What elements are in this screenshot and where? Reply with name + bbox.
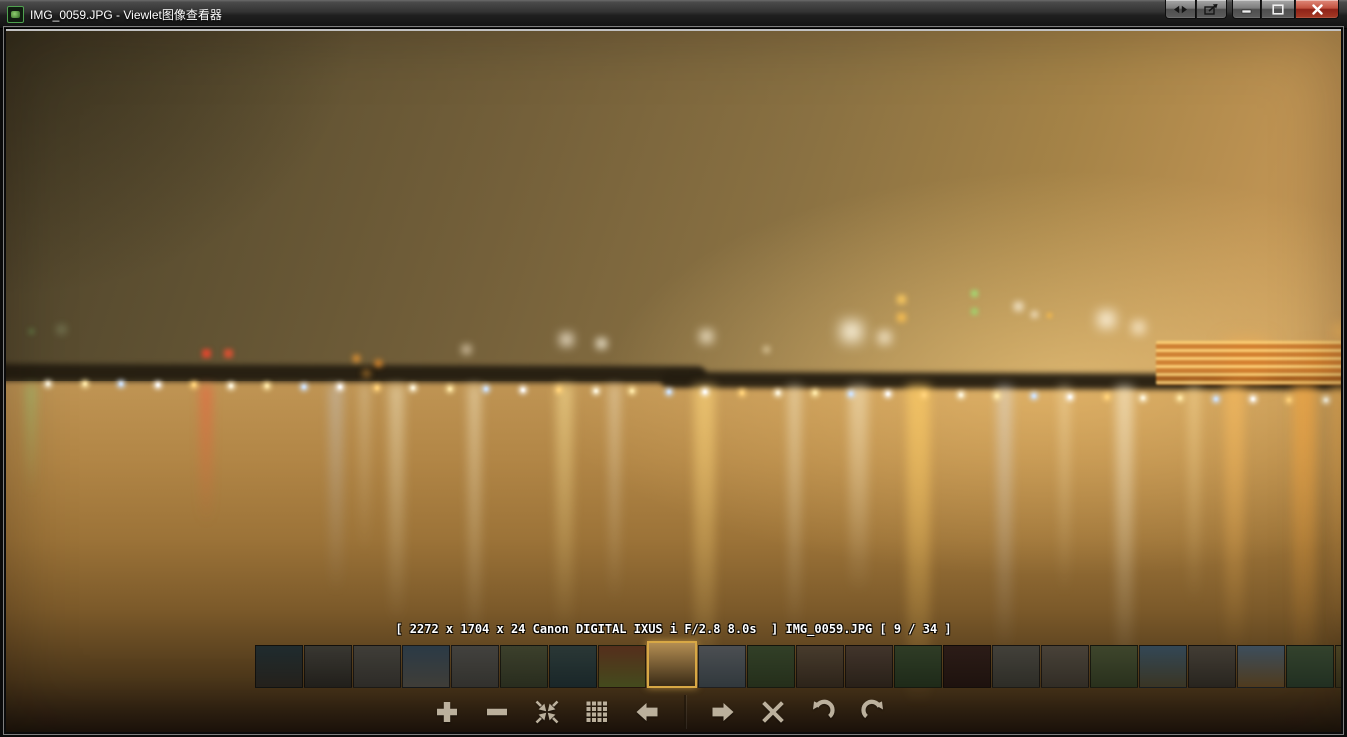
next-image-button[interactable] [710, 699, 736, 725]
thumbnail-item[interactable] [255, 645, 303, 688]
minimize-button[interactable] [1232, 0, 1261, 19]
thumbnail-item[interactable] [549, 645, 597, 688]
fit-to-window-button[interactable] [534, 699, 560, 725]
thumbnail-item[interactable] [1286, 645, 1334, 688]
thumbnail-item[interactable] [1090, 645, 1138, 688]
arrow-left-icon [636, 703, 658, 721]
zoom-in-button[interactable] [434, 699, 460, 725]
thumbnail-item[interactable] [1188, 645, 1236, 688]
thumbnail-item[interactable] [992, 645, 1040, 688]
undo-arrow-icon [813, 699, 835, 719]
redo-arrow-icon [861, 699, 883, 719]
thumbnail-item[interactable] [1237, 645, 1285, 688]
zoom-out-button[interactable] [484, 699, 510, 725]
thumbnail-item[interactable] [1335, 645, 1341, 688]
plus-icon [437, 702, 457, 722]
arrow-right-icon [712, 703, 734, 721]
pop-out-icon [1204, 3, 1218, 15]
maximize-icon [1272, 3, 1284, 15]
grid-icon [586, 701, 607, 722]
minus-icon [487, 708, 507, 716]
x-icon [762, 701, 784, 723]
viewer-content: [ 2272 x 1704 x 24 Canon DIGITAL IXUS i … [3, 26, 1344, 735]
app-icon [7, 5, 24, 23]
thumbnail-item[interactable] [598, 645, 646, 688]
browse-arrows-button[interactable] [1165, 0, 1196, 19]
thumbnail-item[interactable] [698, 645, 746, 688]
window-title: IMG_0059.JPG - Viewlet图像查看器 [30, 7, 222, 22]
thumbnail-item-selected[interactable] [647, 641, 697, 688]
delete-image-button[interactable] [760, 699, 786, 725]
pop-out-button[interactable] [1196, 0, 1227, 19]
toolbar-separator [684, 695, 686, 729]
window-controls [1165, 0, 1339, 19]
rotate-right-button[interactable] [860, 699, 886, 725]
thumbnail-item[interactable] [943, 645, 991, 688]
shrink-arrows-icon [535, 700, 559, 724]
titlebar: IMG_0059.JPG - Viewlet图像查看器 [0, 0, 1347, 29]
rotate-left-button[interactable] [810, 699, 836, 725]
toolbar [434, 695, 886, 729]
thumbnail-item[interactable] [1041, 645, 1089, 688]
left-right-arrows-icon [1174, 5, 1187, 13]
thumbnail-item[interactable] [402, 645, 450, 688]
thumbnail-item[interactable] [304, 645, 352, 688]
thumbnail-item[interactable] [845, 645, 893, 688]
previous-image-button[interactable] [634, 699, 660, 725]
thumbnail-strip [255, 641, 1341, 688]
close-button[interactable] [1295, 0, 1339, 19]
status-text: [ 2272 x 1704 x 24 Canon DIGITAL IXUS i … [395, 622, 952, 636]
minimize-icon [1241, 9, 1252, 14]
close-icon [1311, 3, 1323, 15]
thumbnail-grid-button[interactable] [584, 699, 610, 725]
thumbnail-item[interactable] [353, 645, 401, 688]
thumbnail-item[interactable] [451, 645, 499, 688]
app-window: IMG_0059.JPG - Viewlet图像查看器 [2272 x 170… [0, 0, 1347, 737]
thumbnail-item[interactable] [747, 645, 795, 688]
thumbnail-item[interactable] [1139, 645, 1187, 688]
thumbnail-item[interactable] [796, 645, 844, 688]
thumbnail-item[interactable] [894, 645, 942, 688]
thumbnail-item[interactable] [500, 645, 548, 688]
maximize-button[interactable] [1261, 0, 1295, 19]
app-icon-glyph [11, 10, 20, 18]
